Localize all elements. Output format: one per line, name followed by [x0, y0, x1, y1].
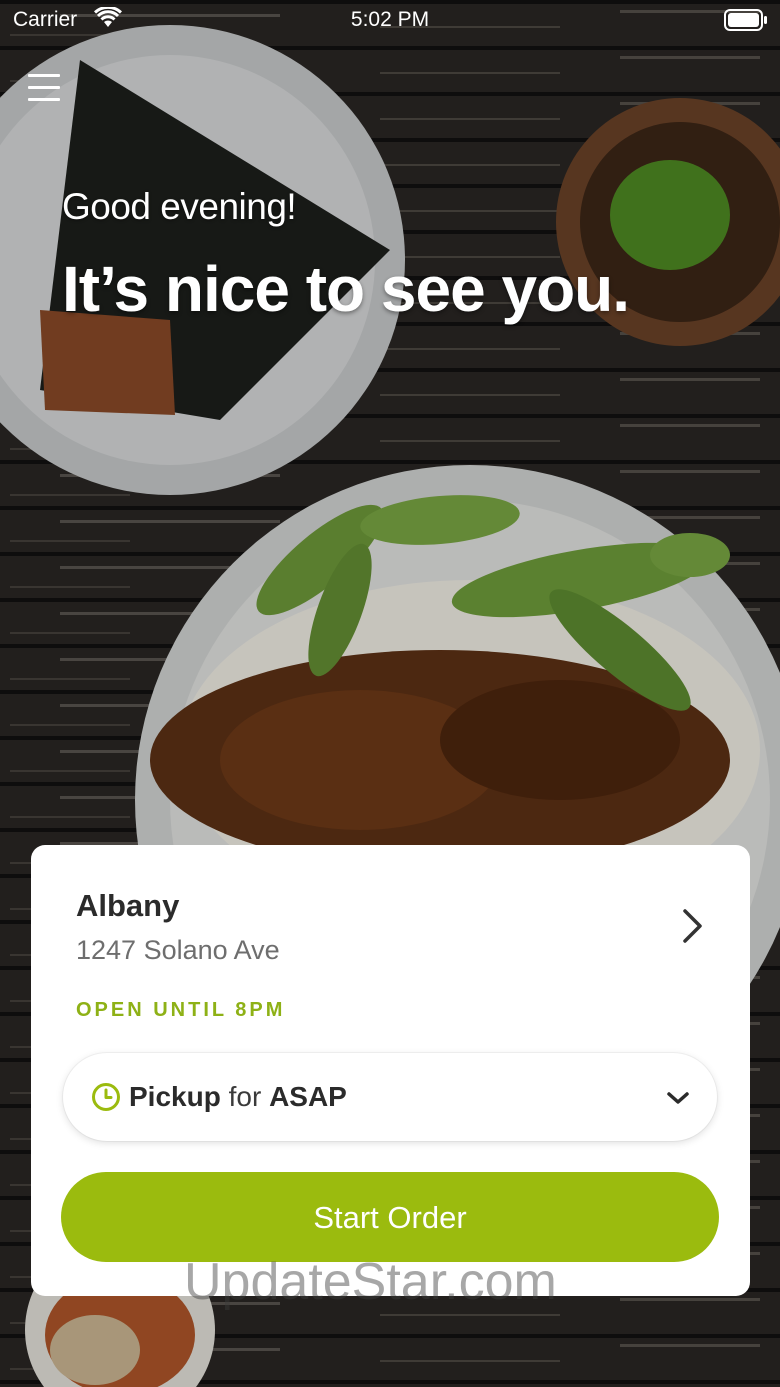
store-name[interactable]: Albany — [76, 888, 179, 924]
chevron-down-icon[interactable] — [665, 1089, 691, 1107]
battery-icon — [724, 9, 767, 31]
order-mode-type: Pickup — [129, 1081, 221, 1112]
order-mode-selector[interactable]: Pickup for ASAP — [63, 1053, 717, 1141]
hamburger-menu-icon[interactable] — [28, 74, 64, 104]
clock-icon — [92, 1083, 120, 1111]
order-mode-time: ASAP — [269, 1081, 347, 1112]
store-address[interactable]: 1247 Solano Ave — [76, 935, 280, 966]
store-hours: OPEN UNTIL 8PM — [76, 999, 286, 1021]
store-card: Albany 1247 Solano Ave OPEN UNTIL 8PM Pi… — [31, 845, 750, 1296]
greeting-text: Good evening! — [62, 186, 297, 227]
order-mode-label: Pickup for ASAP — [129, 1081, 347, 1113]
watermark-text: UpdateStar.com — [184, 1253, 557, 1311]
welcome-headline: It’s nice to see you. — [62, 253, 630, 325]
status-bar: Carrier 5:02 PM — [0, 0, 780, 40]
order-mode-connector: for — [228, 1081, 262, 1112]
chevron-right-icon[interactable] — [677, 907, 707, 945]
status-time: 5:02 PM — [350, 8, 430, 31]
start-order-button[interactable]: Start Order — [61, 1172, 719, 1262]
